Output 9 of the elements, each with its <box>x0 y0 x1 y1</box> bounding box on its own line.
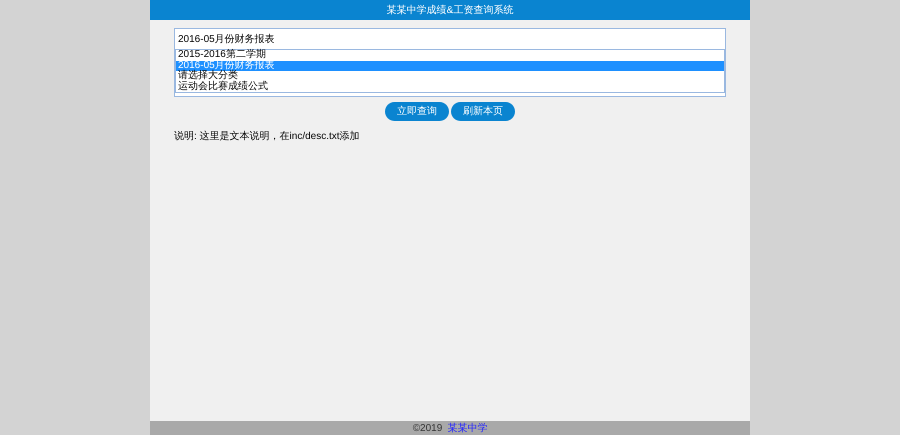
copyright-text: ©2019 <box>412 422 442 435</box>
action-button[interactable]: 刷新本页 <box>451 102 515 121</box>
select-value: 2016-05月份财务报表 <box>177 32 276 46</box>
description-text: 说明: 这里是文本说明，在inc/desc.txt添加 <box>174 130 361 144</box>
dropdown-option[interactable]: 2015-2016第二学期 <box>176 50 724 60</box>
dropdown-option[interactable]: 请选择大分类 <box>176 71 724 82</box>
dropdown-option[interactable]: 运动会比赛成绩公式 <box>176 82 724 92</box>
action-button[interactable]: 立即查询 <box>385 102 449 121</box>
header-title: 某某中学成绩&工资查询系统 <box>386 4 514 18</box>
